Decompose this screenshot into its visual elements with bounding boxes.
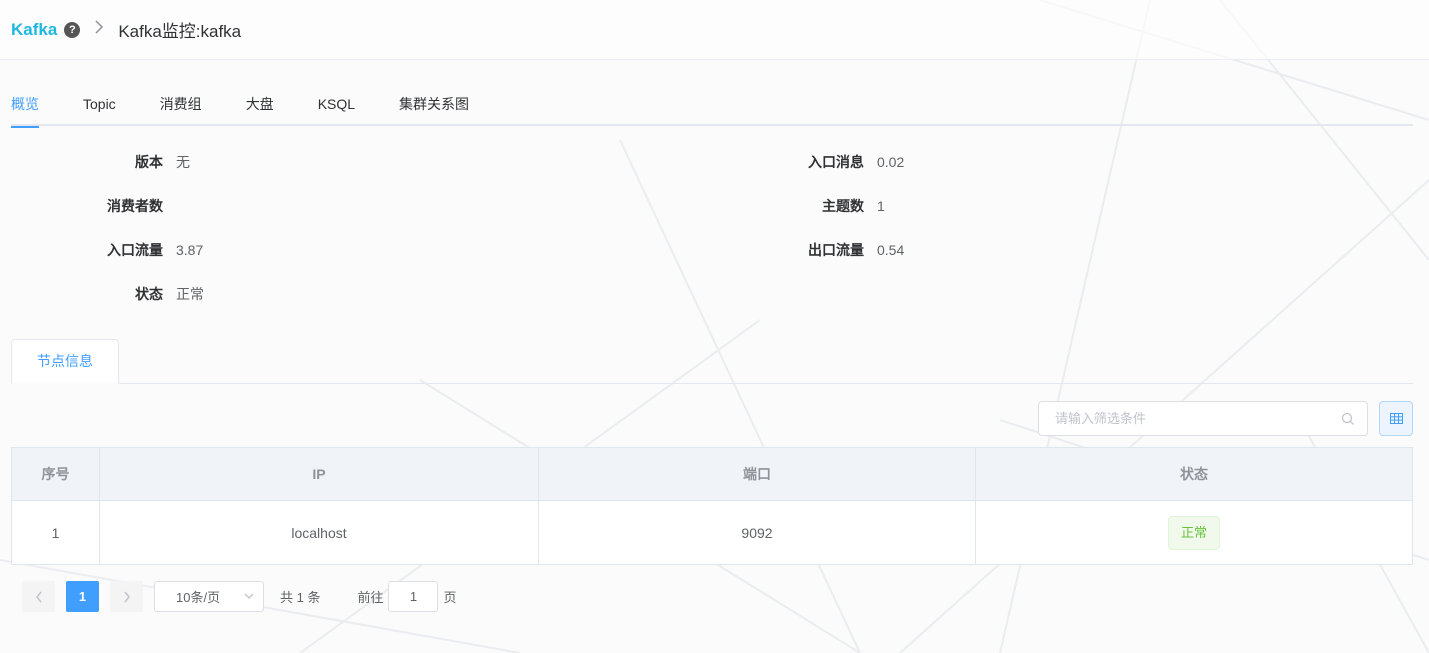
status-value: 正常 bbox=[176, 286, 204, 302]
in-messages-label: 入口消息 bbox=[808, 154, 864, 170]
page-size-value: 10条/页 bbox=[176, 590, 221, 605]
tab-cluster-graph[interactable]: 集群关系图 bbox=[399, 84, 469, 126]
column-header-index[interactable]: 序号 bbox=[12, 448, 100, 500]
out-traffic-label: 出口流量 bbox=[808, 242, 864, 258]
subtab-divider bbox=[119, 383, 1413, 384]
nodes-table: 序号 IP 端口 状态 1 localhost 9092 正常 bbox=[11, 447, 1413, 565]
goto-page-input[interactable]: 1 bbox=[388, 581, 439, 612]
total-count: 共 1 条 bbox=[280, 590, 321, 605]
topics-label: 主题数 bbox=[822, 198, 864, 214]
cell-index: 1 bbox=[12, 501, 100, 564]
cell-ip: localhost bbox=[100, 501, 539, 564]
page-title: Kafka监控:kafka bbox=[118, 22, 242, 41]
brand-link[interactable]: Kafka bbox=[11, 20, 57, 40]
in-traffic-label: 入口流量 bbox=[107, 242, 163, 258]
table-row[interactable]: 1 localhost 9092 正常 bbox=[12, 501, 1412, 564]
page-number-button[interactable]: 1 bbox=[66, 581, 99, 612]
page-header: Kafka ? Kafka监控:kafka bbox=[0, 0, 1429, 60]
status-badge: 正常 bbox=[1167, 515, 1220, 550]
version-value: 无 bbox=[176, 154, 190, 170]
out-traffic-value: 0.54 bbox=[877, 242, 905, 258]
filter-input[interactable] bbox=[1039, 402, 1367, 435]
in-traffic-value: 3.87 bbox=[176, 242, 204, 258]
filter-search bbox=[1038, 401, 1368, 436]
chevron-down-icon bbox=[244, 593, 254, 599]
tab-dashboard[interactable]: 大盘 bbox=[246, 84, 274, 126]
column-header-status[interactable]: 状态 bbox=[976, 448, 1412, 500]
prev-page-button[interactable] bbox=[22, 581, 55, 612]
help-icon[interactable]: ? bbox=[64, 21, 81, 38]
search-icon[interactable] bbox=[1341, 412, 1355, 426]
column-header-port[interactable]: 端口 bbox=[539, 448, 976, 500]
cell-status: 正常 bbox=[976, 501, 1412, 564]
in-messages-value: 0.02 bbox=[877, 154, 905, 170]
column-settings-button[interactable] bbox=[1379, 401, 1413, 436]
page-suffix: 页 bbox=[443, 590, 457, 605]
chevron-left-icon bbox=[35, 591, 42, 602]
tab-consumer-groups[interactable]: 消费组 bbox=[160, 84, 202, 126]
status-label: 状态 bbox=[135, 286, 163, 302]
cell-port: 9092 bbox=[539, 501, 976, 564]
goto-label: 前往 bbox=[357, 590, 384, 605]
tab-node-info[interactable]: 节点信息 bbox=[11, 339, 119, 384]
table-header: 序号 IP 端口 状态 bbox=[12, 448, 1412, 501]
tab-ksql[interactable]: KSQL bbox=[318, 84, 355, 126]
column-header-ip[interactable]: IP bbox=[100, 448, 539, 500]
chevron-right-icon bbox=[94, 20, 104, 39]
chevron-right-icon bbox=[123, 591, 130, 602]
consumers-label: 消费者数 bbox=[107, 198, 163, 214]
table-icon bbox=[1389, 413, 1403, 424]
next-page-button[interactable] bbox=[110, 581, 143, 612]
topics-value: 1 bbox=[877, 198, 885, 214]
version-label: 版本 bbox=[135, 154, 163, 170]
tab-topic[interactable]: Topic bbox=[83, 84, 116, 126]
page-size-select[interactable]: 10条/页 bbox=[154, 581, 264, 612]
tab-overview[interactable]: 概览 bbox=[11, 84, 39, 128]
pagination: 1 10条/页 共 1 条 前往 1 页 bbox=[22, 581, 457, 612]
main-tabs: 概览 Topic 消费组 大盘 KSQL 集群关系图 bbox=[11, 84, 1413, 128]
